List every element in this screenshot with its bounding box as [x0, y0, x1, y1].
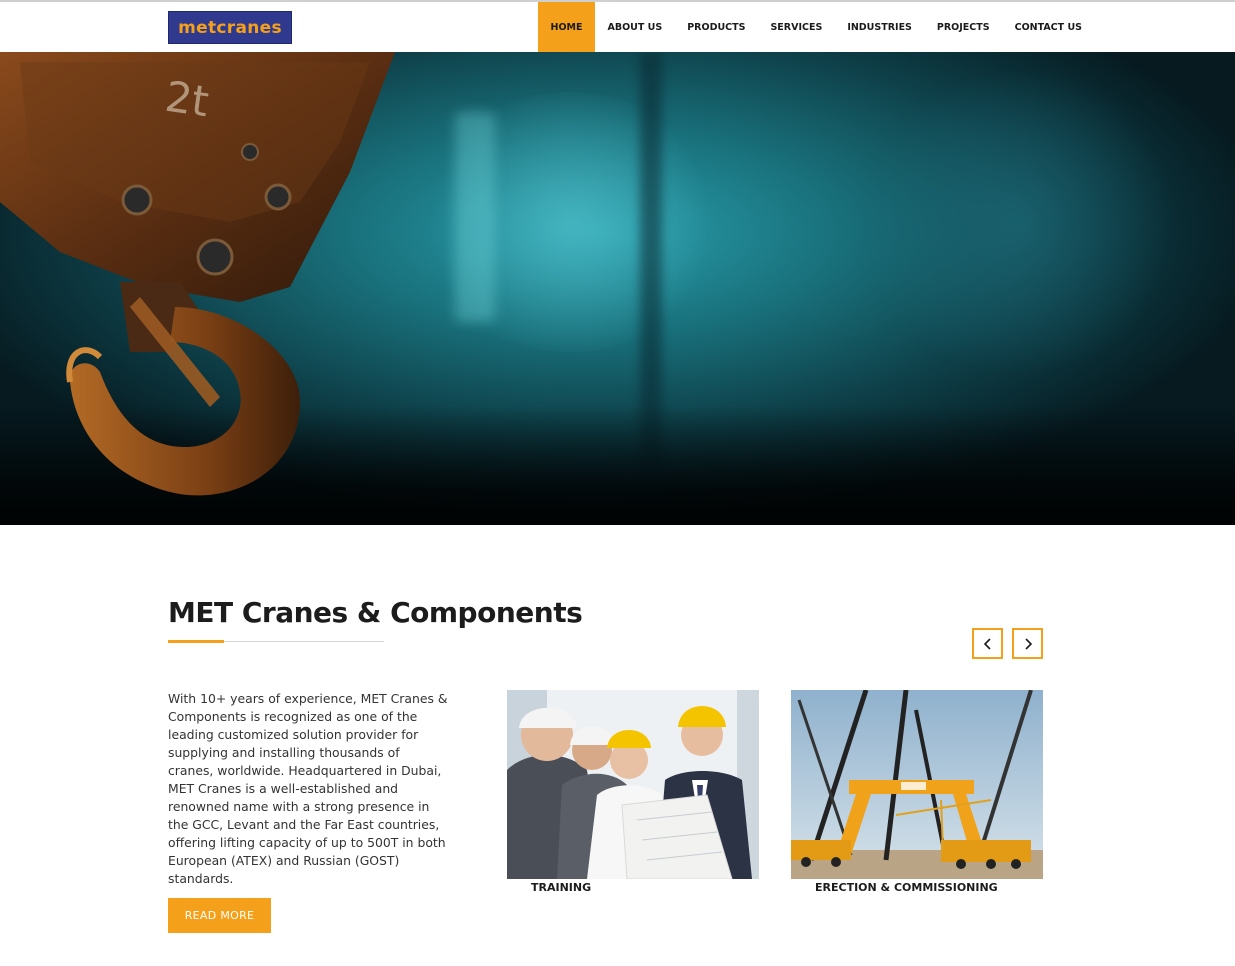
chevron-left-icon	[983, 637, 991, 650]
nav-item-products[interactable]: PRODUCTS	[675, 2, 758, 52]
chevron-right-icon	[1024, 637, 1032, 650]
intro-paragraph: With 10+ years of experience, MET Cranes…	[168, 691, 448, 886]
nav-item-services[interactable]: SERVICES	[758, 2, 835, 52]
carousel-prev-button[interactable]	[972, 628, 1003, 659]
logo-text: metcranes	[178, 17, 282, 38]
hero-slider: 2t	[0, 52, 1235, 525]
service-card-erection-label: ERECTION & COMMISSIONING	[815, 881, 998, 894]
hook-marking: 2t	[162, 72, 212, 127]
nav-item-industries[interactable]: INDUSTRIES	[835, 2, 925, 52]
section-title: MET Cranes & Components	[168, 596, 583, 629]
read-more-button[interactable]: READ MORE	[168, 898, 271, 933]
nav-item-contact-us[interactable]: CONTACT US	[1002, 2, 1094, 52]
nav-item-projects[interactable]: PROJECTS	[924, 2, 1002, 52]
nav-item-home[interactable]: HOME	[538, 2, 595, 52]
service-card-training-label: TRAINING	[531, 881, 592, 894]
training-image	[507, 690, 759, 879]
service-card-erection[interactable]	[791, 690, 1043, 880]
erection-image	[791, 690, 1043, 879]
site-header: metcranes HOME ABOUT US PRODUCTS SERVICE…	[0, 2, 1235, 52]
service-card-training[interactable]	[507, 690, 759, 880]
crane-hook-image: 2t	[0, 52, 395, 496]
site-logo[interactable]: metcranes	[168, 11, 292, 44]
main-nav: HOME ABOUT US PRODUCTS SERVICES INDUSTRI…	[538, 2, 1095, 52]
nav-item-about-us[interactable]: ABOUT US	[595, 2, 675, 52]
carousel-next-button[interactable]	[1012, 628, 1043, 659]
title-underline-accent	[168, 640, 224, 643]
